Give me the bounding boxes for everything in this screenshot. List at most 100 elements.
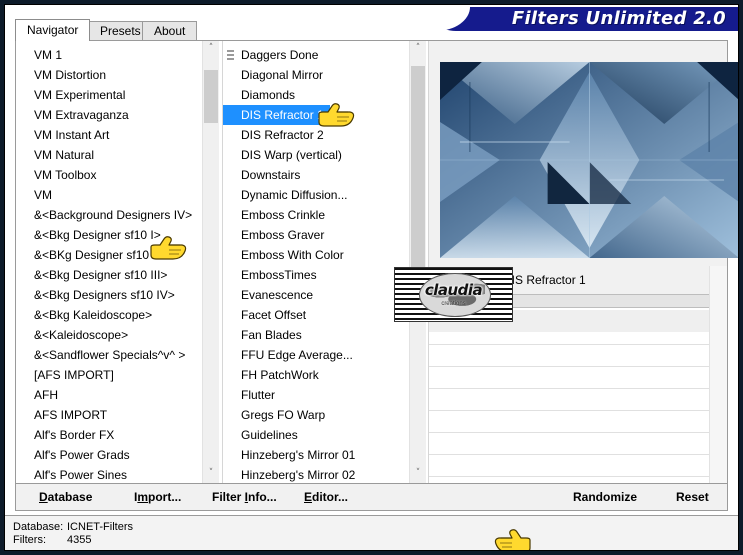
list-item[interactable]: Emboss With Color (223, 245, 409, 265)
list-item[interactable]: Hinzeberg's Mirror 01 (223, 445, 409, 465)
filter-scroll-thumb[interactable] (411, 66, 425, 299)
list-item[interactable]: Emboss Crinkle (223, 205, 409, 225)
list-item-label[interactable]: VM Extravaganza (16, 105, 202, 125)
list-item[interactable]: VM Distortion (16, 65, 202, 85)
list-item[interactable]: [AFS IMPORT] (16, 365, 202, 385)
list-item-label[interactable]: Flutter (223, 385, 409, 405)
list-item[interactable]: Daggers Done (223, 45, 409, 65)
list-item-label[interactable]: Diagonal Mirror (223, 65, 409, 85)
list-item[interactable]: &<Sandflower Specials^v^ > (16, 345, 202, 365)
list-item-label[interactable]: &<Background Designers IV> (16, 205, 202, 225)
list-item[interactable]: Hinzeberg's Mirror 02 (223, 465, 409, 483)
list-item-label[interactable]: Alf's Border FX (16, 425, 202, 445)
category-scroll-thumb[interactable] (204, 70, 218, 124)
scroll-up-icon[interactable]: ˄ (410, 41, 426, 58)
list-item[interactable]: Fan Blades (223, 325, 409, 345)
list-item[interactable]: DIS Refractor 2 (223, 50, 409, 145)
list-item[interactable]: AFS IMPORT (16, 405, 202, 425)
list-item[interactable]: Dynamic Diffusion... (223, 185, 409, 205)
list-item[interactable]: VM Experimental (16, 85, 202, 105)
list-item-label[interactable]: VM (16, 185, 202, 205)
reset-button[interactable]: Reset (676, 490, 709, 504)
list-item-selected[interactable]: DIS Refractor 1 (223, 105, 330, 125)
list-item[interactable]: &<Bkg Kaleidoscope> (16, 305, 202, 325)
menu-filter-info[interactable]: Filter Info... (212, 490, 277, 504)
list-item[interactable]: &<Kaleidoscope> (16, 325, 202, 345)
menu-database[interactable]: Database (39, 490, 92, 504)
list-item-label[interactable]: &<BKg Designer sf10 II> (16, 245, 202, 265)
list-item[interactable]: &<Bkg Designer sf10 I> (16, 225, 202, 245)
filter-scrollbar[interactable]: ˄ ˅ (409, 41, 426, 483)
filter-preview-image[interactable] (440, 62, 738, 258)
list-item-label[interactable]: VM 1 (16, 45, 202, 65)
list-item[interactable]: Diamonds (223, 85, 409, 105)
list-item[interactable]: DIS Warp (vertical) (223, 145, 409, 165)
list-item[interactable]: Evanescence (223, 285, 409, 305)
list-item[interactable]: Alf's Border FX (16, 425, 202, 445)
scroll-down-icon[interactable]: ˅ (203, 466, 219, 483)
parameter-scrollbar[interactable] (709, 266, 727, 483)
list-item-label[interactable]: Dynamic Diffusion... (223, 185, 409, 205)
list-item-label[interactable]: &<Bkg Designers sf10 IV> (16, 285, 202, 305)
list-item-label[interactable]: [AFS IMPORT] (16, 365, 202, 385)
list-item-label[interactable]: Emboss With Color (223, 245, 409, 265)
list-item-label[interactable]: FFU Edge Average... (223, 345, 409, 365)
list-item[interactable]: DIS Refractor 1 (223, 105, 409, 125)
list-item[interactable]: VM Instant Art (16, 125, 202, 145)
list-item-label[interactable]: VM Distortion (16, 65, 202, 85)
list-item[interactable]: EmbossTimes (223, 265, 409, 285)
list-item[interactable]: Gregs FO Warp (223, 405, 409, 425)
list-item-label[interactable]: Hinzeberg's Mirror 02 (223, 465, 409, 483)
list-item[interactable]: VM Extravaganza (16, 105, 202, 125)
list-item-label[interactable]: FH PatchWork (223, 365, 409, 385)
list-item[interactable]: AFH (16, 385, 202, 405)
filter-items[interactable]: Daggers Done Diagonal Mirror Diamonds DIS R… (223, 45, 409, 483)
list-item[interactable]: VM 1 (16, 45, 202, 65)
scroll-up-icon[interactable]: ˄ (203, 41, 219, 58)
list-item-label[interactable]: AFH (16, 385, 202, 405)
list-item-label[interactable]: Alf's Power Grads (16, 445, 202, 465)
list-item[interactable]: VM (16, 185, 202, 205)
list-item[interactable]: FFU Edge Average... (223, 345, 409, 365)
randomize-button[interactable]: Randomize (573, 490, 637, 504)
list-item[interactable]: FH PatchWork (223, 365, 409, 385)
list-item-label[interactable]: AFS IMPORT (16, 405, 202, 425)
list-item-label[interactable]: &<Bkg Designer sf10 I> (16, 225, 202, 245)
list-item-label[interactable]: Facet Offset (223, 305, 409, 325)
list-item[interactable]: &<Background Designers IV> (16, 205, 202, 225)
list-item[interactable]: Alf's Power Sines (16, 465, 202, 483)
list-item-label[interactable]: Guidelines (223, 425, 409, 445)
list-item-label[interactable]: Diamonds (223, 85, 409, 105)
list-item[interactable]: Flutter (223, 50, 409, 405)
list-item-label[interactable]: Evanescence (223, 285, 409, 305)
scroll-down-icon[interactable]: ˅ (410, 466, 426, 483)
filter-listbox[interactable]: Daggers Done Diagonal Mirror Diamonds DIS R… (222, 41, 426, 483)
list-item[interactable]: Guidelines (223, 50, 409, 445)
list-item[interactable]: Downstairs (223, 165, 409, 185)
list-item-label[interactable]: Gregs FO Warp (223, 405, 409, 425)
list-item-label[interactable]: VM Instant Art (16, 125, 202, 145)
list-item-label[interactable]: EmbossTimes (223, 265, 409, 285)
list-item[interactable]: Alf's Power Grads (16, 445, 202, 465)
list-item[interactable]: VM Natural (16, 145, 202, 165)
menu-editor[interactable]: Editor... (304, 490, 348, 504)
category-items[interactable]: VM 1 VM Distortion VM Experimental VM Extra… (16, 45, 202, 483)
list-item-label[interactable]: Hinzeberg's Mirror 01 (223, 445, 409, 465)
list-item-label[interactable]: Emboss Graver (223, 225, 409, 245)
list-item-label[interactable]: Fan Blades (223, 325, 409, 345)
list-item-label[interactable]: Daggers Done (223, 45, 409, 65)
list-item[interactable]: Emboss Graver (223, 225, 409, 245)
list-item-label[interactable]: VM Experimental (16, 85, 202, 105)
list-item-label[interactable]: Emboss Crinkle (223, 205, 409, 225)
list-item-label[interactable]: &<Bkg Kaleidoscope> (16, 305, 202, 325)
list-item[interactable]: &<Bkg Designer sf10 III> (16, 265, 202, 285)
tab-about[interactable]: About (142, 21, 198, 40)
list-item-label[interactable]: Downstairs (223, 165, 409, 185)
list-item-label[interactable]: Alf's Power Sines (16, 465, 202, 483)
list-item[interactable]: Diagonal Mirror (223, 65, 409, 85)
category-listbox[interactable]: VM 1 VM Distortion VM Experimental VM Extra… (16, 41, 219, 483)
list-item[interactable]: Facet Offset (223, 305, 409, 325)
category-scrollbar[interactable]: ˄ ˅ (202, 41, 219, 483)
list-item[interactable]: &<BKg Designer sf10 II> (16, 245, 202, 265)
tab-navigator[interactable]: Navigator (15, 19, 91, 41)
